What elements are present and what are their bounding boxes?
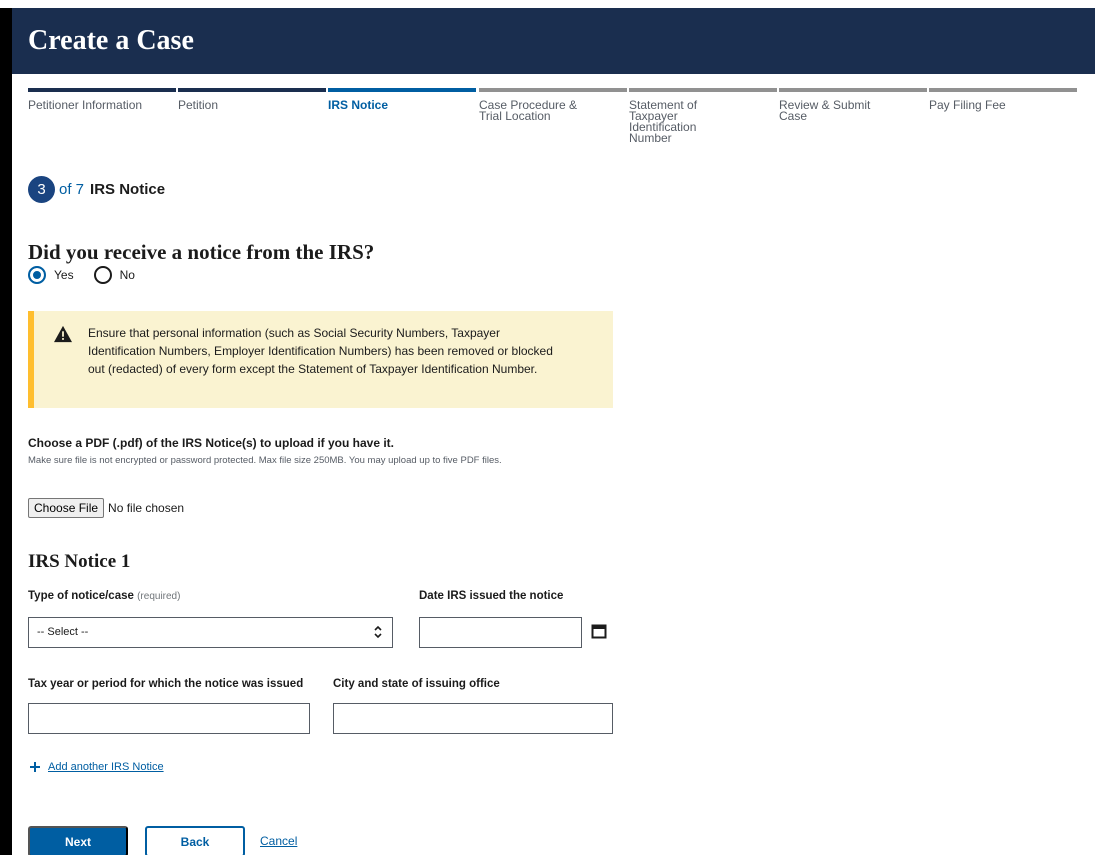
radio-yes-indicator[interactable] [28,266,46,284]
radio-yes-label[interactable]: Yes [54,268,74,282]
step-bar [28,88,176,92]
step-label: Case Procedure & Trial Location [479,98,578,123]
step-statement-of-tin: Statement of Taxpayer Identification Num… [629,88,777,144]
step-bar [929,88,1077,92]
step-total: of 7 [59,180,85,198]
step-irs-notice: IRS Notice [328,88,476,111]
alert-text: Ensure that personal information (such a… [88,326,553,376]
step-bar [779,88,927,92]
notice-heading: IRS Notice 1 [28,551,131,572]
window-left-edge [0,8,12,855]
notice-question: Did you receive a notice from the IRS? [28,240,375,264]
step-bar [178,88,326,92]
notice-type-select[interactable]: -- Select -- [28,617,393,648]
step-bar [479,88,627,92]
step-label: Statement of Taxpayer Identification Num… [629,98,698,145]
notice-date-label: Date IRS issued the notice [419,590,564,602]
step-label: Petitioner Information [28,98,143,112]
notice-date-input[interactable] [419,617,582,648]
radio-no-indicator[interactable] [93,266,112,284]
step-counter: 3 of 7 IRS Notice [28,175,165,203]
choose-file-button[interactable]: Choose File [28,498,105,518]
required-marker: (required) [137,591,181,602]
chevron-up-down-icon [374,625,382,639]
step-label: Petition [178,98,219,112]
step-label: Pay Filing Fee [929,98,1006,112]
add-notice-link-text[interactable]: Add another IRS Notice [48,761,164,773]
issuing-office-label: City and state of issuing office [333,678,500,690]
file-status: No file chosen [108,501,185,515]
page-title: Create a Case [28,25,194,56]
cancel-link[interactable]: Cancel [260,834,297,848]
issuing-office-input[interactable] [333,703,613,734]
step-petition: Petition [178,88,326,111]
plus-icon [30,762,40,772]
tax-year-input[interactable] [28,703,310,734]
upload-label: Choose a PDF (.pdf) of the IRS Notice(s)… [28,436,395,450]
step-bar [629,88,777,92]
step-petitioner-information: Petitioner Information [28,88,176,111]
notice-type-label-text: Type of notice/case [28,590,134,602]
step-label: IRS Notice [328,98,389,112]
file-upload: Choose File No file chosen [28,498,184,518]
calendar-icon[interactable] [591,623,607,639]
warning-icon [54,325,72,343]
step-label: Review & Submit Case [779,98,871,123]
step-name: IRS Notice [90,180,166,198]
notice-type-selected[interactable]: -- Select -- [37,626,88,638]
step-number-badge: 3 [28,175,55,203]
notice-type-label: Type of notice/case (required) [28,590,180,602]
step-review-submit: Review & Submit Case [779,88,927,122]
add-notice-link[interactable]: Add another IRS Notice [30,761,164,773]
back-button[interactable]: Back [145,826,245,855]
radio-yes[interactable]: Yes [28,266,74,284]
step-case-procedure: Case Procedure & Trial Location [479,88,627,122]
tax-year-label: Tax year or period for which the notice … [28,678,304,690]
radio-no-label[interactable]: No [120,268,135,282]
step-bar [328,88,476,92]
notice-radio-group: Yes No [28,265,135,285]
step-pay-filing-fee: Pay Filing Fee [929,88,1077,111]
window-top-edge [0,0,1095,8]
redaction-warning-alert: Ensure that personal information (such a… [28,311,613,408]
page-header: Create a Case [12,8,1095,74]
radio-no[interactable]: No [93,266,135,284]
step-indicator: Petitioner Information Petition IRS Noti… [28,88,1080,148]
next-button[interactable]: Next [28,826,128,855]
upload-hint: Make sure file is not encrypted or passw… [28,455,502,466]
